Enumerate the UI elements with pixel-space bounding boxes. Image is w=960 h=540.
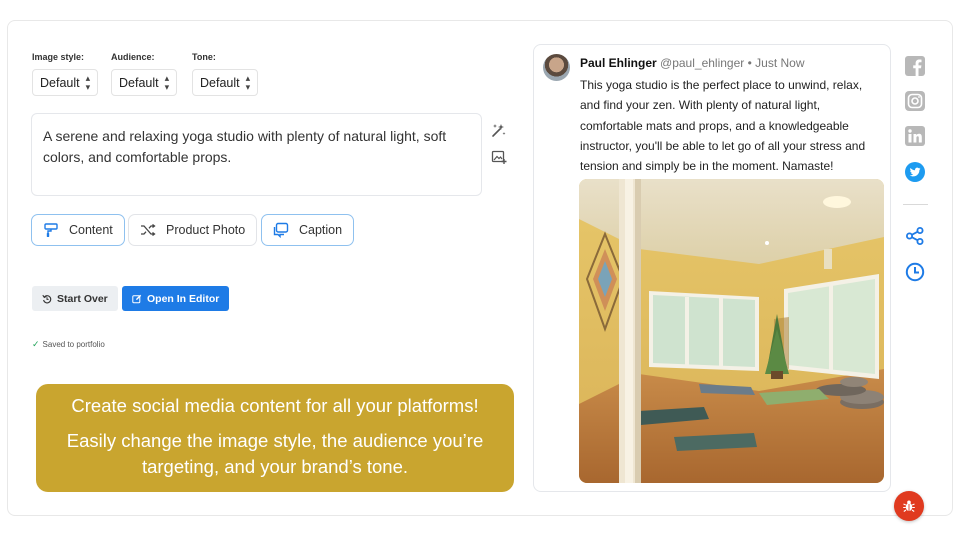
open-in-editor-button[interactable]: Open In Editor bbox=[122, 286, 230, 311]
saved-status: ✓ Saved to portfolio bbox=[32, 339, 105, 350]
post-author-name: Paul Ehlinger bbox=[580, 56, 657, 70]
image-style-label: Image style: bbox=[32, 52, 85, 62]
promo-line-1: Create social media content for all your… bbox=[71, 395, 479, 416]
tone-select[interactable]: Default ▴ ▾ bbox=[192, 69, 259, 96]
audience-value: Default bbox=[119, 75, 159, 90]
magic-wand-icon[interactable] bbox=[491, 122, 507, 138]
avatar bbox=[543, 54, 570, 81]
bug-icon bbox=[903, 500, 915, 512]
promo-line-2: Easily change the image style, the audie… bbox=[66, 430, 484, 477]
twitter-icon[interactable] bbox=[905, 162, 925, 182]
image-add-icon[interactable] bbox=[491, 149, 507, 165]
post-timestamp: Just Now bbox=[755, 56, 805, 70]
image-style-select[interactable]: Default ▴ ▾ bbox=[32, 69, 99, 96]
instagram-icon[interactable] bbox=[905, 91, 925, 111]
brush-icon bbox=[44, 223, 58, 237]
open-in-editor-label: Open In Editor bbox=[147, 292, 220, 305]
chevron-updown-icon: ▴ ▾ bbox=[85, 72, 91, 92]
post-body-text: This yoga studio is the perfect place to… bbox=[580, 78, 866, 174]
share-icon[interactable] bbox=[905, 226, 925, 246]
start-over-button[interactable]: Start Over bbox=[32, 286, 118, 311]
clock-icon[interactable] bbox=[905, 262, 925, 282]
post-header: Paul Ehlinger @paul_ehlinger • Just Now bbox=[580, 56, 805, 70]
tab-product-photo-label: Product Photo bbox=[166, 223, 246, 237]
chevron-updown-icon: ▴ ▾ bbox=[164, 72, 170, 92]
image-style-group: Image style: Default ▴ ▾ bbox=[32, 52, 99, 96]
linkedin-icon[interactable] bbox=[905, 126, 925, 146]
tone-label: Tone: bbox=[192, 52, 216, 62]
post-preview-card: Paul Ehlinger @paul_ehlinger • Just Now … bbox=[533, 44, 891, 492]
tab-content-label: Content bbox=[69, 223, 113, 237]
saved-status-text: Saved to portfolio bbox=[42, 340, 105, 349]
sidebar-divider bbox=[903, 204, 928, 205]
tab-caption[interactable]: Caption bbox=[261, 214, 355, 246]
audience-label: Audience: bbox=[111, 52, 155, 62]
facebook-icon[interactable] bbox=[905, 56, 925, 76]
start-over-label: Start Over bbox=[57, 292, 108, 305]
message-square-icon bbox=[273, 222, 289, 238]
audience-select[interactable]: Default ▴ ▾ bbox=[111, 69, 178, 96]
bug-report-button[interactable] bbox=[894, 491, 924, 521]
tone-group: Tone: Default ▴ ▾ bbox=[192, 52, 259, 96]
tab-content[interactable]: Content bbox=[31, 214, 125, 246]
tab-caption-label: Caption bbox=[299, 223, 343, 237]
edit-icon bbox=[132, 294, 142, 303]
generated-yoga-studio-image bbox=[579, 179, 884, 483]
check-icon: ✓ bbox=[32, 339, 40, 349]
promo-banner: Create social media content for all your… bbox=[36, 384, 514, 492]
post-author-handle: @paul_ehlinger bbox=[660, 56, 745, 70]
audience-group: Audience: Default ▴ ▾ bbox=[111, 52, 178, 96]
chevron-updown-icon: ▴ ▾ bbox=[245, 72, 251, 92]
tab-product-photo[interactable]: Product Photo bbox=[128, 214, 258, 246]
post-separator: • bbox=[747, 56, 752, 70]
restart-icon bbox=[42, 294, 52, 303]
tone-value: Default bbox=[200, 75, 240, 90]
shuffle-icon bbox=[141, 223, 156, 237]
image-style-value: Default bbox=[40, 75, 80, 90]
prompt-textarea[interactable]: A serene and relaxing yoga studio with p… bbox=[31, 113, 482, 196]
